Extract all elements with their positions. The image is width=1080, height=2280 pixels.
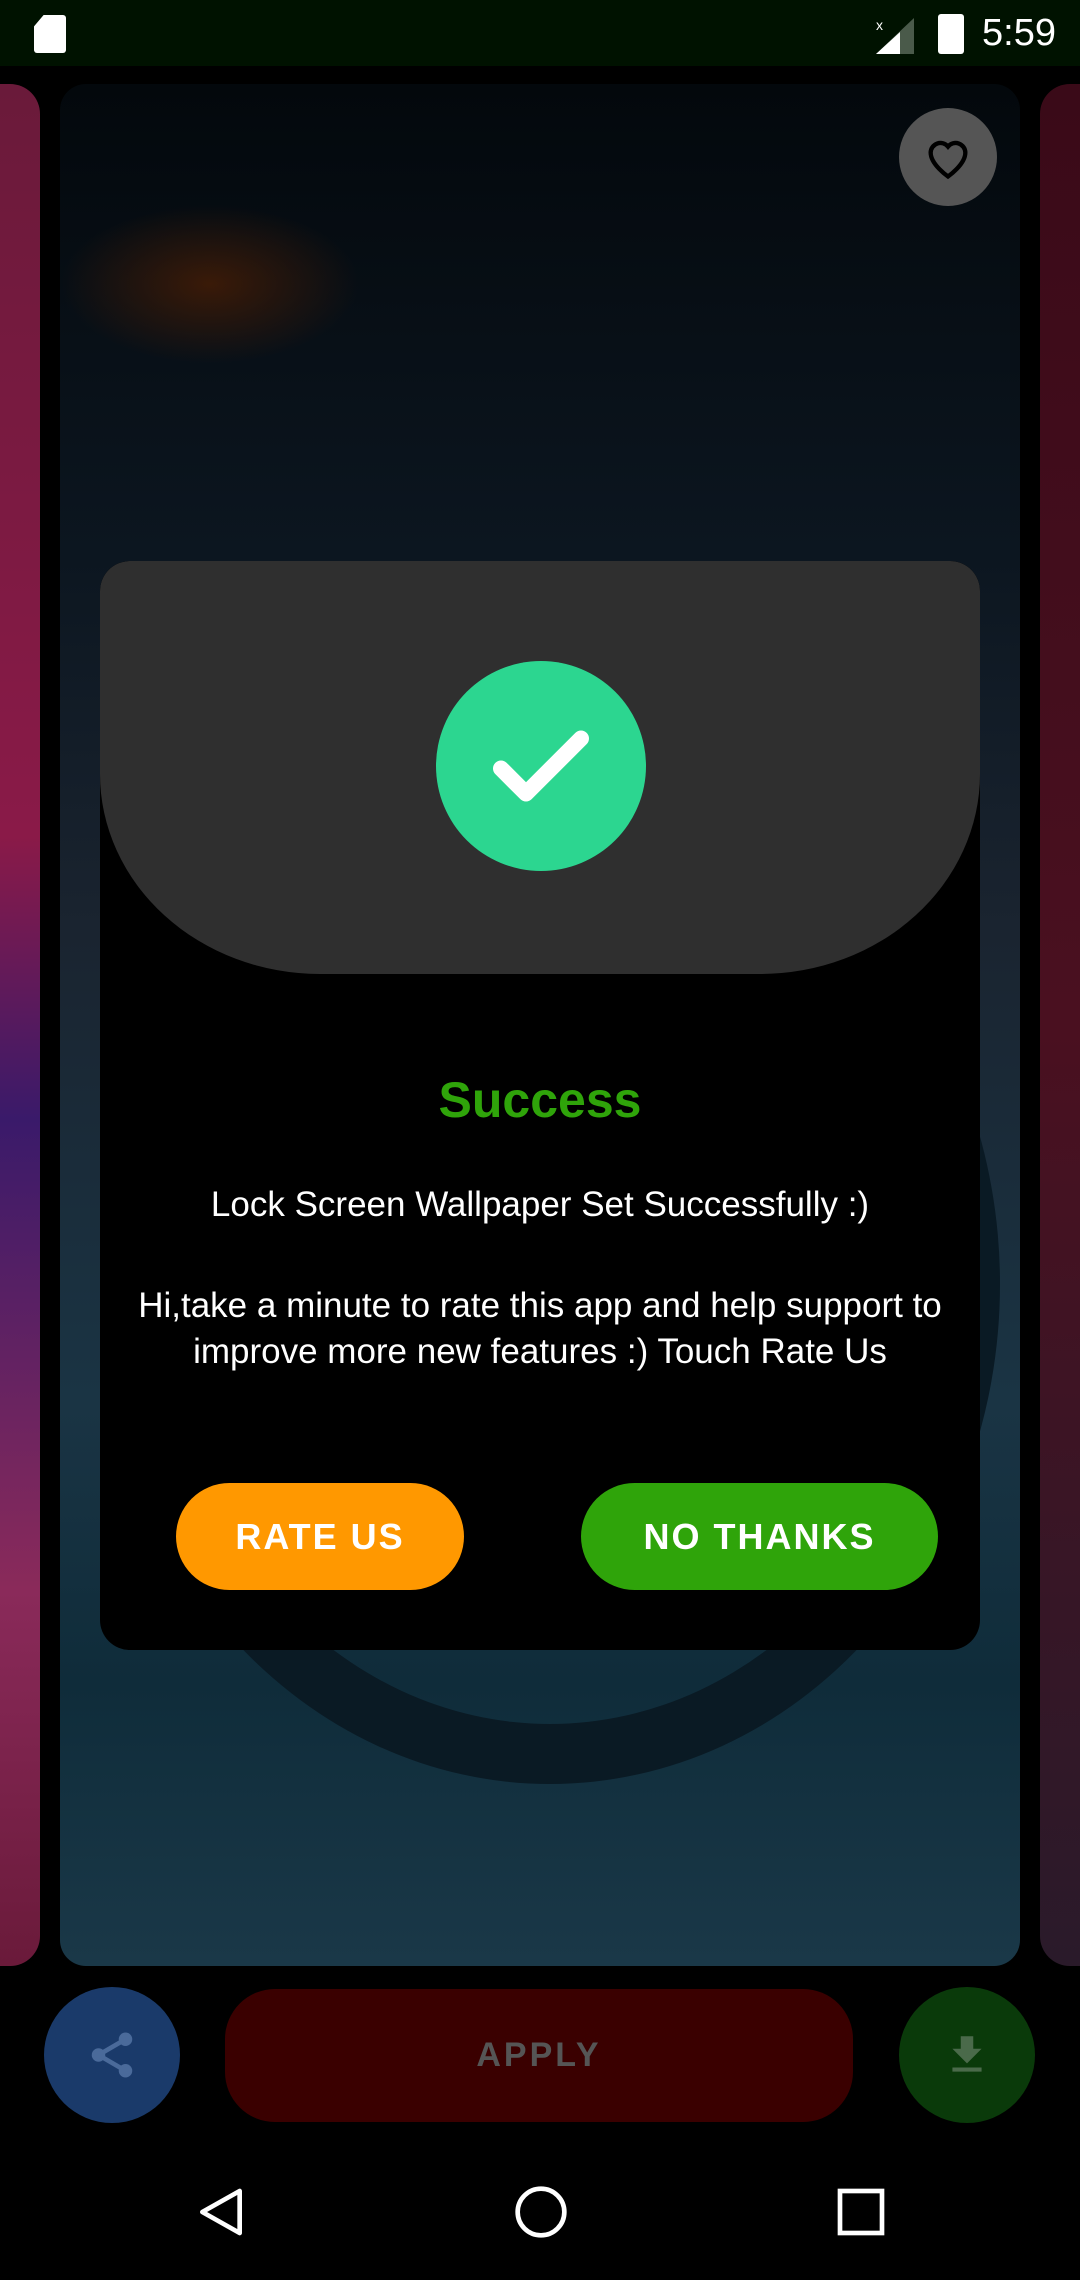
status-bar: x 5:59: [0, 0, 1080, 66]
favorite-button[interactable]: [899, 108, 997, 206]
heart-icon: [928, 140, 968, 180]
home-icon[interactable]: [513, 2184, 569, 2240]
share-button[interactable]: [44, 1987, 180, 2123]
clock: 5:59: [982, 12, 1056, 54]
download-icon: [952, 2036, 982, 2072]
apply-button[interactable]: APPLY: [225, 1989, 853, 2122]
success-dialog: Success Lock Screen Wallpaper Set Succes…: [100, 561, 980, 1650]
sd-card-icon: [34, 15, 66, 53]
next-wallpaper-card[interactable]: [1040, 84, 1080, 1966]
recents-icon[interactable]: [833, 2184, 889, 2240]
svg-text:x: x: [876, 18, 883, 33]
navigation-bar: [0, 2140, 1080, 2280]
no-thanks-button[interactable]: NO THANKS: [581, 1483, 938, 1590]
share-icon: [91, 2032, 133, 2078]
signal-icon: x: [876, 18, 914, 54]
check-icon: [493, 730, 589, 802]
download-button[interactable]: [899, 1987, 1035, 2123]
rate-us-button[interactable]: RATE US: [176, 1483, 464, 1590]
battery-charging-icon: [938, 14, 964, 54]
dialog-title: Success: [438, 1072, 642, 1128]
rate-prompt: Hi,take a minute to rate this app and he…: [138, 1286, 942, 1371]
success-check-badge: [436, 661, 646, 871]
previous-wallpaper-card[interactable]: [0, 84, 40, 1966]
back-icon[interactable]: [193, 2184, 249, 2240]
dialog-message: Lock Screen Wallpaper Set Successfully :…: [210, 1185, 870, 1224]
